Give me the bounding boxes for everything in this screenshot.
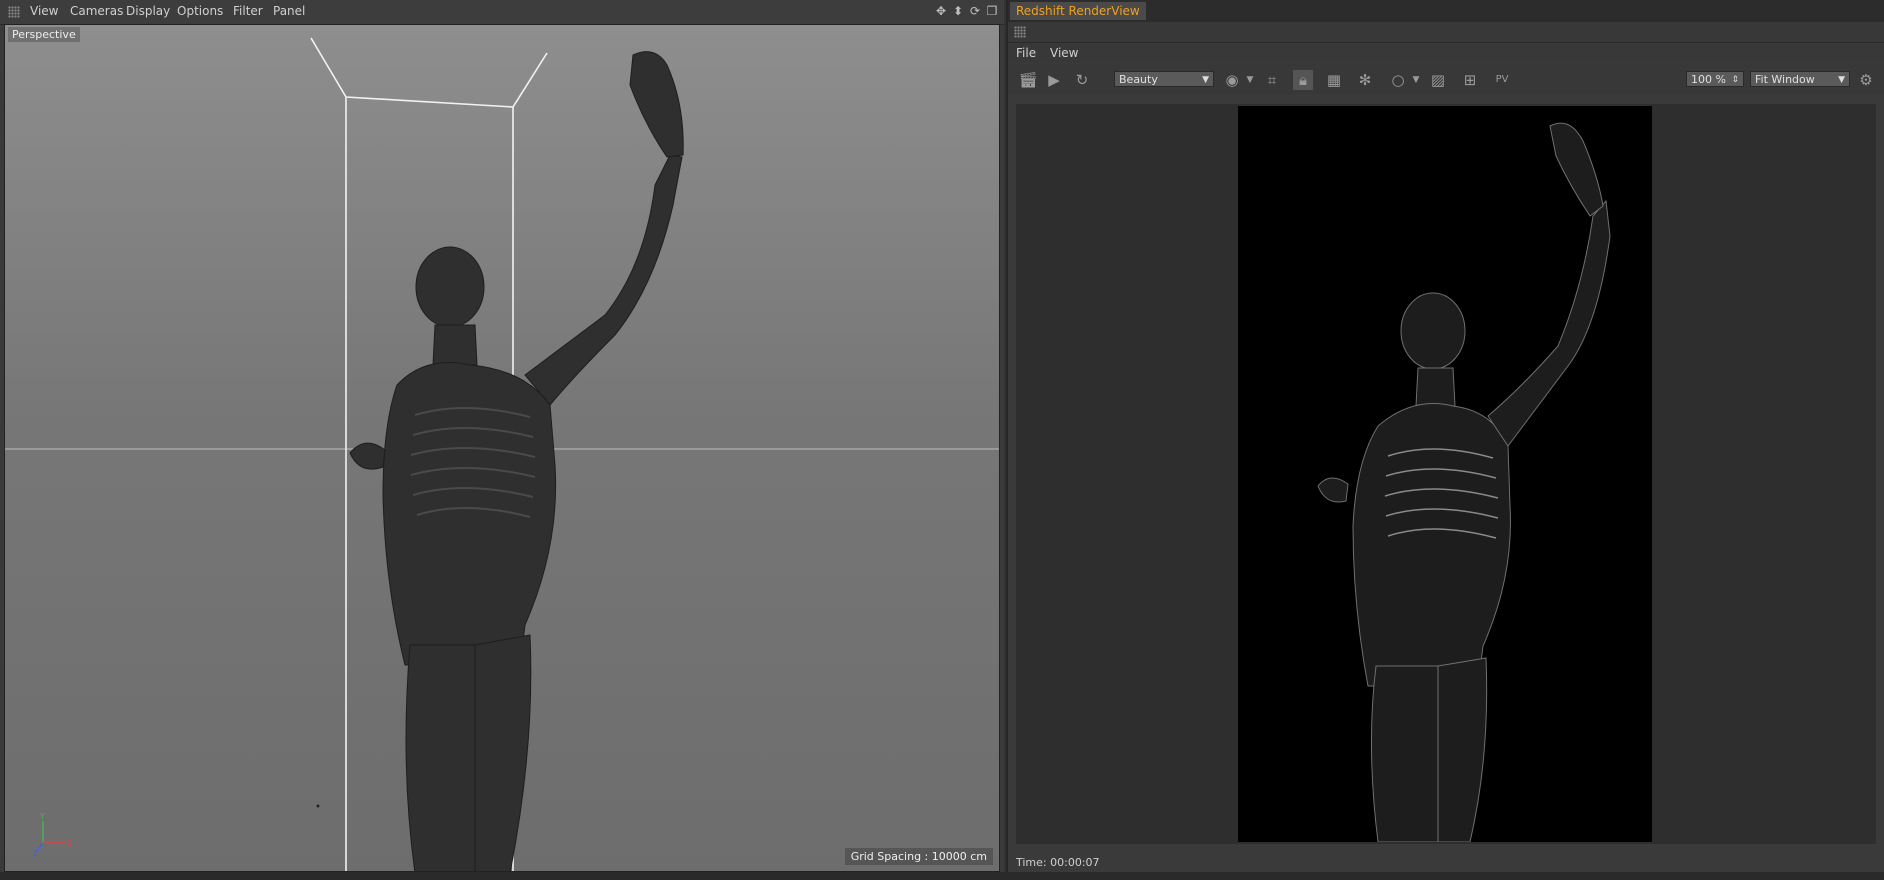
aov-select-value: Beauty [1119, 73, 1158, 86]
maximize-icon[interactable]: ❐ [985, 4, 999, 18]
stepper-arrows-icon[interactable]: ⇕ [1731, 72, 1739, 88]
fit-mode-value: Fit Window [1755, 73, 1815, 86]
pv-icon[interactable]: PV [1492, 70, 1512, 90]
axis-y-label: Y [39, 812, 45, 821]
crop-icon[interactable]: ⌗ [1262, 70, 1282, 90]
renderview-menubar: File View [1008, 43, 1884, 63]
move-icon[interactable]: ✥ [934, 4, 948, 18]
zoom-stepper[interactable]: 100 % ⇕ [1686, 71, 1744, 87]
chevron-down-icon[interactable]: ▼ [1406, 70, 1426, 90]
grid-icon[interactable]: ▦ [1324, 70, 1344, 90]
menu-filter[interactable]: Filter [233, 4, 263, 18]
renderview-gripbar [1008, 22, 1884, 43]
renderview-titlebar: Redshift RenderView [1008, 0, 1884, 22]
viewport-label[interactable]: Perspective [8, 27, 80, 42]
chevron-down-icon[interactable]: ▼ [1240, 70, 1260, 90]
fit-mode-select[interactable]: Fit Window ▼ [1750, 71, 1850, 87]
renderview-panel: Redshift RenderView File View 🎬︎ ▶ ↻ Bea… [1006, 0, 1884, 880]
renderview-tab[interactable]: Redshift RenderView [1010, 2, 1146, 20]
viewport-scene [5, 37, 999, 871]
axis-x-label: X [67, 839, 73, 848]
zoom-value: 100 % [1691, 73, 1726, 86]
render-frame [1238, 106, 1652, 842]
image-icon[interactable]: ▨ [1428, 70, 1448, 90]
grid-spacing-readout: Grid Spacing : 10000 cm [844, 848, 993, 865]
chevron-down-icon: ▼ [1838, 75, 1845, 85]
circle-icon[interactable]: ○ [1388, 70, 1408, 90]
add-snapshot-icon[interactable]: ⊞ [1460, 70, 1480, 90]
dolly-icon[interactable]: ⬍ [951, 4, 965, 18]
menu-panel[interactable]: Panel [273, 4, 305, 18]
menu-file[interactable]: File [1016, 46, 1036, 60]
snowflake-icon[interactable]: ✻ [1355, 70, 1375, 90]
menu-cameras[interactable]: Cameras [70, 4, 123, 18]
rendered-figure [1317, 122, 1611, 842]
chevron-down-icon: ▼ [1202, 75, 1209, 85]
renderview-toolbar: 🎬︎ ▶ ↻ Beauty ▼ ◉ ▼ ⌗ 🔒︎ ▦ ✻ ○ ▼ ▨ ⊞ PV … [1008, 64, 1884, 94]
menu-display[interactable]: Display [126, 4, 170, 18]
bottom-strip [0, 872, 1884, 880]
panel-grip-icon[interactable] [1014, 26, 1026, 38]
rgb-icon[interactable]: ◉ [1222, 70, 1242, 90]
refresh-icon[interactable]: ↻ [1072, 70, 1092, 90]
menu-view[interactable]: View [1050, 46, 1078, 60]
panel-grip-icon[interactable] [8, 6, 20, 18]
axis-gizmo: Y X Z [33, 812, 73, 857]
viewport-panel: View Cameras Display Options Filter Pane… [0, 0, 1004, 880]
rotate-icon[interactable]: ⟳ [968, 4, 982, 18]
play-icon[interactable]: ▶ [1044, 70, 1064, 90]
viewport-menubar: View Cameras Display Options Filter Pane… [0, 0, 1004, 25]
camera-frame-top [310, 37, 548, 108]
viewport-3d[interactable]: Perspective Y X Z Grid Spacing : 10000 c… [4, 24, 1000, 872]
figure-model [349, 51, 684, 871]
render-area[interactable] [1016, 104, 1876, 844]
settings-gear-icon[interactable]: ⚙ [1856, 70, 1876, 90]
lock-icon[interactable]: 🔒︎ [1293, 70, 1313, 90]
render-image [1317, 122, 1611, 842]
render-time-status: Time: 00:00:07 [1016, 856, 1100, 869]
menu-options[interactable]: Options [177, 4, 223, 18]
scene-dot [316, 804, 320, 808]
clapper-icon[interactable]: 🎬︎ [1018, 70, 1038, 90]
aov-select[interactable]: Beauty ▼ [1114, 71, 1214, 87]
axis-z-label: Z [33, 849, 39, 857]
menu-view[interactable]: View [30, 4, 58, 18]
